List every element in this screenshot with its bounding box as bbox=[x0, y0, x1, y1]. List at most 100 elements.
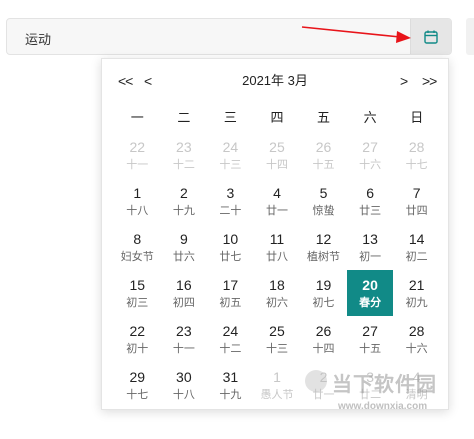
next-year-button[interactable]: >> bbox=[422, 71, 437, 91]
day-cell[interactable]: 21 初九 bbox=[393, 270, 440, 316]
weekday-label: 一 bbox=[130, 110, 144, 125]
lunar-label: 廿六 bbox=[172, 250, 195, 263]
day-cell[interactable]: 9 廿六 bbox=[161, 224, 208, 270]
calendar-toggle-button[interactable] bbox=[410, 19, 451, 54]
day-cell[interactable]: 24 十三 bbox=[207, 132, 254, 178]
lunar-label: 十八 bbox=[126, 204, 149, 217]
day-cell[interactable]: 15 初三 bbox=[114, 270, 161, 316]
day-cell[interactable]: 17 初五 bbox=[207, 270, 254, 316]
day-number: 10 bbox=[222, 230, 239, 247]
day-cell[interactable]: 10 廿七 bbox=[207, 224, 254, 270]
lunar-label: 植树节 bbox=[307, 250, 341, 263]
adjacent-field-edge bbox=[466, 18, 474, 55]
day-cell[interactable]: 30 十八 bbox=[161, 362, 208, 408]
day-number: 31 bbox=[222, 368, 239, 385]
lunar-label: 十七 bbox=[126, 388, 149, 401]
lunar-label: 惊蛰 bbox=[312, 204, 335, 217]
day-cell-selected[interactable]: 20 春分 bbox=[346, 270, 394, 316]
date-input-field[interactable]: 运动 bbox=[6, 18, 452, 55]
day-number: 26 bbox=[315, 138, 332, 155]
weekday-label: 六 bbox=[363, 110, 377, 125]
day-cell[interactable]: 19 初七 bbox=[300, 270, 347, 316]
day-cell[interactable]: 6 廿三 bbox=[347, 178, 394, 224]
day-number: 12 bbox=[315, 230, 332, 247]
day-cell[interactable]: 5 惊蛰 bbox=[300, 178, 347, 224]
watermark-url: www.downxia.com bbox=[338, 401, 428, 412]
lunar-label: 初二 bbox=[405, 250, 428, 263]
lunar-label: 二十 bbox=[219, 204, 242, 217]
day-number: 4 bbox=[273, 184, 281, 201]
day-number: 8 bbox=[133, 230, 142, 247]
day-number: 27 bbox=[362, 138, 378, 155]
day-cell[interactable]: 14 初二 bbox=[393, 224, 440, 270]
day-cell[interactable]: 26 十五 bbox=[300, 132, 347, 178]
day-cell[interactable]: 29 十七 bbox=[114, 362, 161, 408]
day-cell[interactable]: 13 初一 bbox=[347, 224, 394, 270]
next-month-button[interactable]: > bbox=[400, 71, 408, 91]
lunar-label: 十二 bbox=[172, 158, 195, 171]
day-number: 7 bbox=[412, 184, 421, 201]
day-number: 9 bbox=[179, 230, 188, 247]
day-cell[interactable]: 22 初十 bbox=[114, 316, 161, 362]
day-number: 22 bbox=[129, 138, 146, 155]
day-number: 16 bbox=[176, 276, 192, 293]
day-cell[interactable]: 1 愚人节 bbox=[254, 362, 301, 408]
lunar-label: 十九 bbox=[219, 388, 242, 401]
day-cell[interactable]: 16 初四 bbox=[161, 270, 208, 316]
day-cell[interactable]: 2 十九 bbox=[161, 178, 208, 224]
day-cell[interactable]: 23 十二 bbox=[161, 132, 208, 178]
day-cell[interactable]: 26 十四 bbox=[300, 316, 347, 362]
day-number: 24 bbox=[222, 138, 239, 155]
day-number: 13 bbox=[362, 230, 378, 247]
day-cell[interactable]: 25 十四 bbox=[254, 132, 301, 178]
lunar-label: 初四 bbox=[172, 296, 195, 309]
lunar-label: 十九 bbox=[172, 204, 195, 217]
day-cell[interactable]: 7 廿四 bbox=[393, 178, 440, 224]
day-cell[interactable]: 18 初六 bbox=[254, 270, 301, 316]
day-cell[interactable]: 27 十六 bbox=[347, 132, 394, 178]
lunar-label: 廿八 bbox=[265, 250, 288, 263]
day-cell[interactable]: 25 十三 bbox=[254, 316, 301, 362]
day-number: 2 bbox=[179, 184, 188, 201]
day-number: 1 bbox=[273, 368, 281, 385]
lunar-label: 廿三 bbox=[359, 204, 382, 217]
day-cell[interactable]: 28 十六 bbox=[393, 316, 440, 362]
day-number: 23 bbox=[176, 322, 192, 339]
lunar-label: 十六 bbox=[359, 158, 382, 171]
calendar-header: << < 2021年 3月 > >> bbox=[102, 71, 448, 91]
weekday-label: 二 bbox=[177, 110, 191, 125]
calendar-icon bbox=[424, 30, 438, 44]
lunar-label: 十五 bbox=[359, 342, 382, 355]
watermark-logo-icon bbox=[305, 370, 327, 392]
day-number: 24 bbox=[222, 322, 239, 339]
day-number: 6 bbox=[366, 184, 374, 201]
weekday-label: 三 bbox=[223, 110, 237, 125]
day-number: 20 bbox=[362, 276, 378, 293]
lunar-label: 十一 bbox=[126, 158, 149, 171]
day-cell[interactable]: 11 廿八 bbox=[254, 224, 301, 270]
lunar-label: 十二 bbox=[219, 342, 242, 355]
weekday-label: 四 bbox=[270, 110, 284, 125]
day-cell[interactable]: 8 妇女节 bbox=[114, 224, 161, 270]
day-cell[interactable]: 27 十五 bbox=[347, 316, 394, 362]
day-cell[interactable]: 1 十八 bbox=[114, 178, 161, 224]
day-cell[interactable]: 24 十二 bbox=[207, 316, 254, 362]
lunar-label: 十四 bbox=[312, 342, 335, 355]
watermark-text: 当下软件园 bbox=[332, 374, 437, 396]
day-cell[interactable]: 3 二十 bbox=[207, 178, 254, 224]
weekday-label: 日 bbox=[410, 110, 424, 125]
lunar-label: 十一 bbox=[172, 342, 195, 355]
day-cell[interactable]: 23 十一 bbox=[161, 316, 208, 362]
day-number: 30 bbox=[176, 368, 192, 385]
day-cell[interactable]: 12 植树节 bbox=[300, 224, 347, 270]
day-cell[interactable]: 22 十一 bbox=[114, 132, 161, 178]
lunar-label: 十三 bbox=[265, 342, 288, 355]
lunar-label: 初三 bbox=[126, 296, 149, 309]
day-number: 15 bbox=[129, 276, 146, 293]
day-cell[interactable]: 28 十七 bbox=[393, 132, 440, 178]
day-number: 22 bbox=[129, 322, 146, 339]
calendar-title: 2021年 3月 bbox=[242, 73, 308, 88]
day-cell[interactable]: 4 廿一 bbox=[254, 178, 301, 224]
day-number: 14 bbox=[408, 230, 425, 247]
day-cell[interactable]: 31 十九 bbox=[207, 362, 254, 408]
